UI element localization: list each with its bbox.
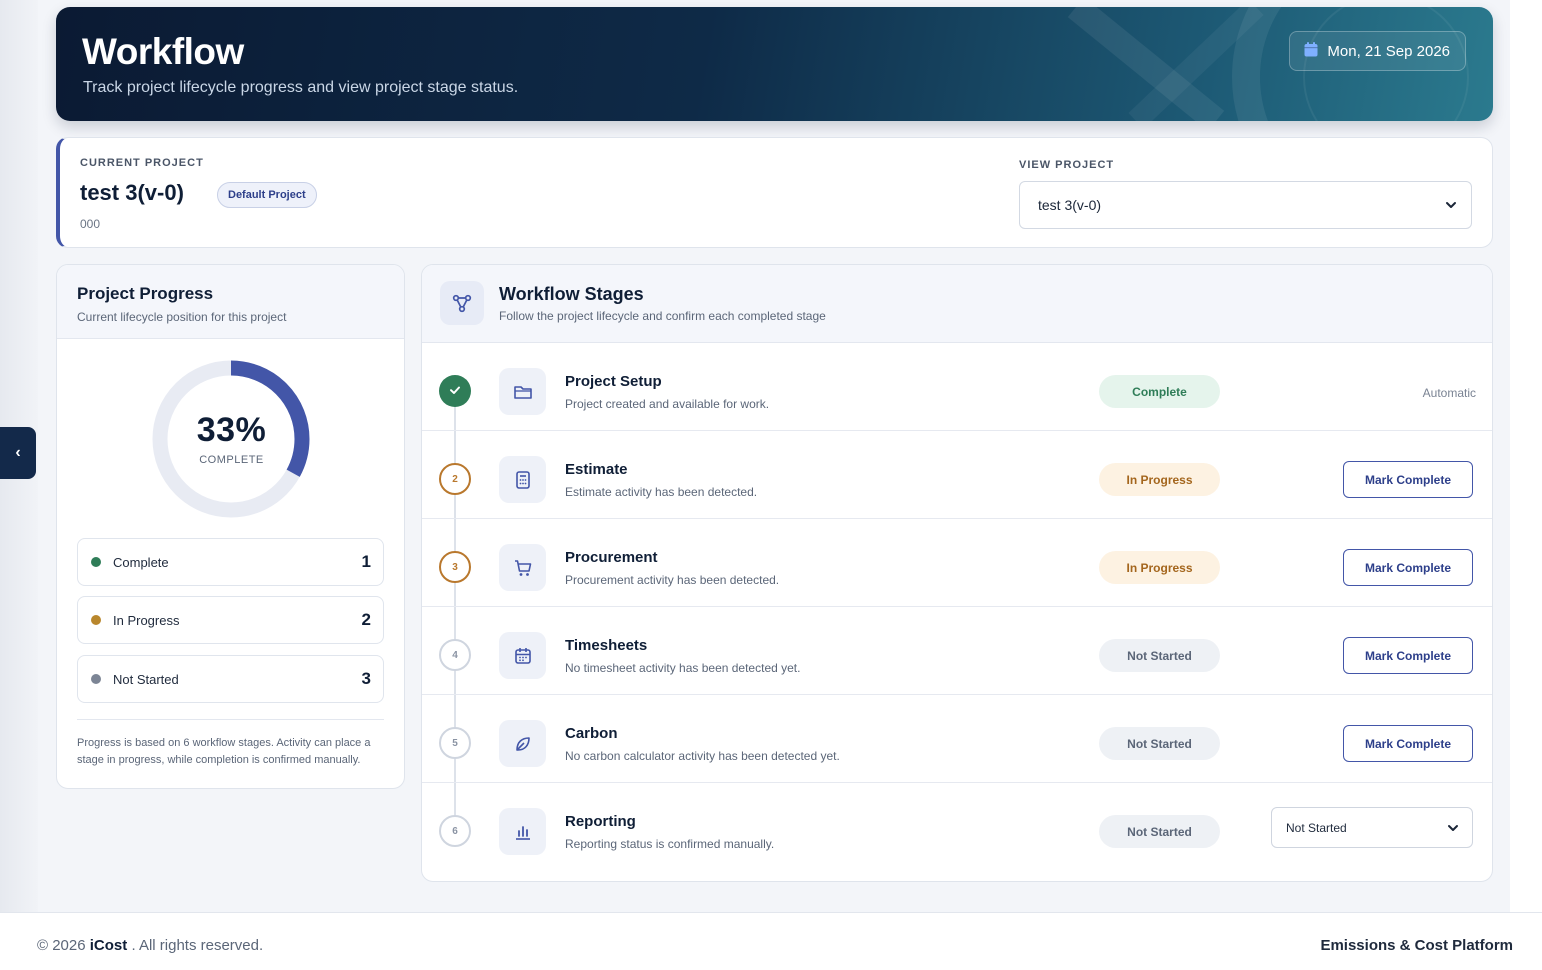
page-header-banner: Workflow Track project lifecycle progres… — [56, 7, 1493, 121]
step-number: 3 — [439, 551, 471, 583]
sidebar-toggle-button[interactable]: ‹ — [0, 427, 36, 479]
view-project-label: VIEW PROJECT — [1019, 159, 1115, 171]
current-project-code: 000 — [80, 217, 101, 231]
stat-in-progress: In Progress 2 — [77, 596, 384, 644]
calendar-icon — [1304, 41, 1318, 61]
footer-copyright: © 2026 iCost . All rights reserved. — [37, 937, 263, 954]
status-badge: Not Started — [1099, 727, 1220, 760]
rights-text: . All rights reserved. — [131, 937, 264, 954]
stage-description: Reporting status is confirmed manually. — [565, 837, 775, 851]
project-progress-subtitle: Current lifecycle position for this proj… — [77, 310, 287, 324]
progress-percent: 33% — [196, 411, 267, 449]
status-badge: In Progress — [1099, 551, 1220, 584]
current-project-card: CURRENT PROJECT test 3(v-0) Default Proj… — [56, 137, 1493, 248]
view-project-select[interactable]: test 3(v-0) — [1019, 181, 1472, 229]
bar-chart-icon — [499, 808, 546, 855]
current-date: Mon, 21 Sep 2026 — [1327, 42, 1450, 60]
status-dot — [91, 674, 101, 684]
view-project-selected-value: test 3(v-0) — [1038, 197, 1102, 213]
stat-not-started: Not Started 3 — [77, 655, 384, 703]
check-icon — [448, 383, 462, 400]
stage-name: Timesheets — [565, 637, 648, 654]
step-number: 5 — [439, 727, 471, 759]
stage-description: Procurement activity has been detected. — [565, 573, 780, 587]
status-dot — [91, 615, 101, 625]
footer: © 2026 iCost . All rights reserved. Emis… — [0, 912, 1542, 970]
footer-platform: Emissions & Cost Platform — [1320, 937, 1513, 954]
chevron-down-icon — [1446, 821, 1460, 838]
reporting-status-value: Not Started — [1286, 820, 1347, 835]
project-progress-card: Project Progress Current lifecycle posit… — [56, 264, 405, 789]
step-number: 4 — [439, 639, 471, 671]
stage-name: Procurement — [565, 549, 658, 566]
cart-icon — [499, 544, 546, 591]
status-badge: Complete — [1099, 375, 1220, 408]
status-badge: Not Started — [1099, 639, 1220, 672]
stat-complete: Complete 1 — [77, 538, 384, 586]
workflow-stages-title: Workflow Stages — [499, 284, 644, 304]
stage-description: No carbon calculator activity has been d… — [565, 749, 840, 763]
stat-label: Complete — [113, 554, 169, 570]
workflow-stages-card: Workflow Stages Follow the project lifec… — [421, 264, 1493, 882]
workflow-icon — [440, 281, 484, 325]
leaf-icon — [499, 720, 546, 767]
calculator-icon — [499, 456, 546, 503]
copyright-year: © 2026 — [37, 937, 86, 954]
stage-name: Reporting — [565, 813, 636, 830]
current-project-name: test 3(v-0) — [80, 180, 184, 205]
chevron-down-icon — [1444, 198, 1458, 215]
stage-name: Project Setup — [565, 373, 662, 390]
header-decoration — [1067, 7, 1493, 121]
progress-complete-label: COMPLETE — [199, 454, 264, 466]
stage-row-estimate: 2 Estimate Estimate activity has been de… — [422, 431, 1492, 519]
stat-count: 2 — [361, 610, 371, 629]
mark-complete-button[interactable]: Mark Complete — [1343, 549, 1473, 586]
workflow-stages-subtitle: Follow the project lifecycle and confirm… — [499, 309, 826, 323]
footer-brand: iCost — [89, 937, 128, 954]
reporting-status-select[interactable]: Not Started — [1271, 807, 1473, 848]
stat-label: Not Started — [113, 671, 179, 687]
right-rail — [1510, 0, 1542, 912]
automatic-label: Automatic — [1422, 386, 1476, 400]
step-number: 6 — [439, 815, 471, 847]
current-project-label: CURRENT PROJECT — [80, 157, 204, 169]
date-chip: Mon, 21 Sep 2026 — [1289, 31, 1466, 71]
status-dot — [91, 557, 101, 567]
stat-label: In Progress — [113, 612, 180, 628]
stage-description: No timesheet activity has been detected … — [565, 661, 801, 675]
step-number: 2 — [439, 463, 471, 495]
page-subtitle: Track project lifecycle progress and vie… — [83, 79, 519, 96]
divider — [77, 719, 384, 720]
mark-complete-button[interactable]: Mark Complete — [1343, 637, 1473, 674]
project-progress-title: Project Progress — [77, 284, 214, 303]
page-title: Workflow — [82, 31, 244, 72]
status-badge: In Progress — [1099, 463, 1220, 496]
stage-row-procurement: 3 Procurement Procurement activity has b… — [422, 519, 1492, 607]
stage-row-timesheets: 4 Timesheets No timesheet activity has b… — [422, 607, 1492, 695]
stage-name: Estimate — [565, 461, 628, 478]
status-badge: Not Started — [1099, 815, 1220, 848]
stage-row-project-setup: Project Setup Project created and availa… — [422, 343, 1492, 431]
calendar-icon — [499, 632, 546, 679]
stage-row-reporting: 6 Reporting Reporting status is confirme… — [422, 783, 1492, 881]
stage-name: Carbon — [565, 725, 618, 742]
stat-count: 3 — [361, 669, 371, 688]
project-progress-header: Project Progress Current lifecycle posit… — [57, 265, 404, 339]
stat-count: 1 — [361, 552, 371, 571]
stage-description: Project created and available for work. — [565, 397, 770, 411]
stage-description: Estimate activity has been detected. — [565, 485, 758, 499]
workflow-stages-header: Workflow Stages Follow the project lifec… — [422, 265, 1492, 343]
default-project-badge: Default Project — [217, 182, 317, 208]
progress-note: Progress is based on 6 workflow stages. … — [77, 737, 371, 766]
folder-icon — [499, 368, 546, 415]
stage-row-carbon: 5 Carbon No carbon calculator activity h… — [422, 695, 1492, 783]
mark-complete-button[interactable]: Mark Complete — [1343, 461, 1473, 498]
mark-complete-button[interactable]: Mark Complete — [1343, 725, 1473, 762]
step-complete-indicator — [439, 375, 471, 407]
